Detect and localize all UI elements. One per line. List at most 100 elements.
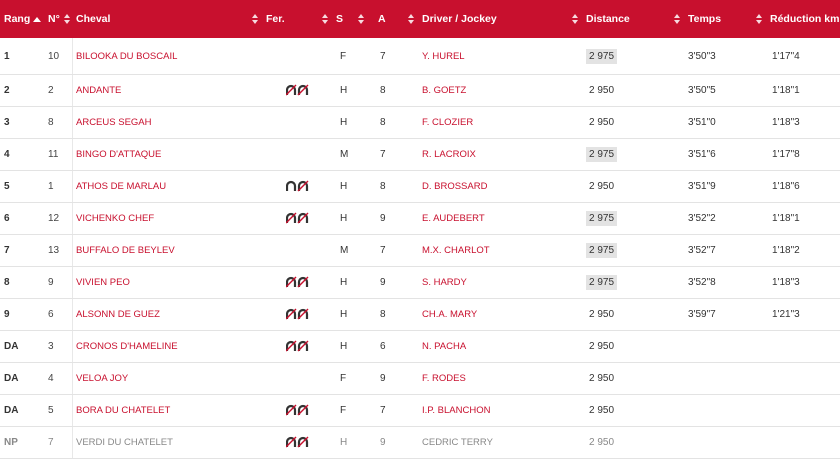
cell-distance: 2 975 (582, 235, 684, 266)
cell-num: 6 (48, 309, 54, 320)
column-header-reduction[interactable]: Réduction km (766, 0, 840, 38)
column-header-fer[interactable]: Fer. (262, 0, 332, 38)
driver-link[interactable]: F. CLOZIER (418, 107, 582, 138)
cell-age: 8 (380, 309, 386, 320)
cell-num: 7 (48, 437, 54, 448)
cell-sexe: H (340, 277, 348, 288)
cell-num: 13 (48, 245, 60, 256)
sort-icon (63, 14, 70, 24)
distance-value: 2 975 (586, 243, 618, 258)
cell-reduction: 1'18"1 (772, 85, 800, 96)
cell-reduction: 1'17"8 (772, 149, 800, 160)
shoeing-icon (262, 171, 332, 202)
driver-link[interactable]: CH.A. MARY (418, 299, 582, 330)
column-label: Fer. (266, 13, 285, 25)
cell-temps: 3'51"0 (688, 117, 716, 128)
driver-link[interactable]: CEDRIC TERRY (418, 427, 582, 458)
cell-reduction: 1'18"3 (772, 117, 800, 128)
sort-icon (408, 14, 414, 24)
cell-reduction: 1'18"1 (772, 213, 800, 224)
column-header-sexe[interactable]: S (332, 0, 368, 38)
cell-age: 9 (380, 373, 386, 384)
driver-link[interactable]: F. RODES (418, 363, 582, 394)
driver-link[interactable]: E. AUDEBERT (418, 203, 582, 234)
column-header-driver[interactable]: Driver / Jockey (418, 0, 582, 38)
cell-sexe: M (340, 149, 349, 160)
column-header-cheval[interactable]: Cheval (72, 0, 262, 38)
driver-link[interactable]: N. PACHA (418, 331, 582, 362)
cell-distance: 2 950 (582, 107, 684, 138)
horse-link[interactable]: VELOA JOY (72, 363, 262, 394)
horse-link[interactable]: ANDANTE (72, 75, 262, 106)
column-label: S (336, 13, 344, 25)
horse-link[interactable]: VICHENKO CHEF (72, 203, 262, 234)
cell-rang: 7 (4, 245, 10, 256)
column-divider (72, 38, 73, 74)
driver-link[interactable]: D. BROSSARD (418, 171, 582, 202)
column-header-age[interactable]: A (368, 0, 418, 38)
horse-link[interactable]: BUFFALO DE BEYLEV (72, 235, 262, 266)
column-divider (72, 203, 73, 234)
column-divider (72, 363, 73, 394)
cell-age: 7 (380, 50, 386, 62)
cell-temps (684, 427, 766, 458)
table-row: DA 3 CRONOS D'HAMELINE H 6 N. PACHA 2 950 (0, 331, 840, 363)
shoeing-icon (262, 38, 332, 74)
cell-distance: 2 975 (582, 139, 684, 170)
sort-icon (674, 14, 680, 24)
sort-icon (756, 14, 762, 24)
cell-reduction (766, 427, 840, 458)
cell-num: 10 (48, 50, 60, 62)
table-row: 3 8 ARCEUS SEGAH H 8 F. CLOZIER 2 950 3'51"0 1'1… (0, 107, 840, 139)
driver-link[interactable]: Y. HUREL (418, 38, 582, 74)
horse-link[interactable]: ALSONN DE GUEZ (72, 299, 262, 330)
column-header-rang[interactable]: Rang (0, 0, 44, 38)
column-label: Distance (586, 13, 630, 25)
column-label: Temps (688, 13, 722, 25)
horse-link[interactable]: VERDI DU CHATELET (72, 427, 262, 458)
horse-link[interactable]: BINGO D'ATTAQUE (72, 139, 262, 170)
column-header-num[interactable]: N° (44, 0, 72, 38)
table-row: DA 5 BORA DU CHATELET F 7 I.P. BLANCHON 2 950 (0, 395, 840, 427)
shoeing-icon (262, 235, 332, 266)
driver-link[interactable]: S. HARDY (418, 267, 582, 298)
horse-link[interactable]: BILOOKA DU BOSCAIL (72, 38, 262, 74)
cell-sexe: H (340, 85, 348, 96)
cell-num: 2 (48, 85, 54, 96)
cell-reduction (766, 395, 840, 426)
column-header-distance[interactable]: Distance (582, 0, 684, 38)
cell-rang: 1 (4, 50, 10, 62)
driver-link[interactable]: R. LACROIX (418, 139, 582, 170)
horse-link[interactable]: ATHOS DE MARLAU (72, 171, 262, 202)
cell-sexe: F (340, 50, 347, 62)
table-row: DA 4 VELOA JOY F 9 F. RODES 2 950 (0, 363, 840, 395)
cell-reduction (766, 331, 840, 362)
cell-reduction: 1'18"3 (772, 277, 800, 288)
distance-value: 2 950 (589, 341, 615, 352)
distance-value: 2 950 (589, 373, 615, 384)
column-header-temps[interactable]: Temps (684, 0, 766, 38)
driver-link[interactable]: M.X. CHARLOT (418, 235, 582, 266)
driver-link[interactable]: B. GOETZ (418, 75, 582, 106)
column-divider (72, 427, 73, 458)
horse-link[interactable]: BORA DU CHATELET (72, 395, 262, 426)
column-label: Driver / Jockey (422, 13, 497, 25)
driver-link[interactable]: I.P. BLANCHON (418, 395, 582, 426)
horse-link[interactable]: CRONOS D'HAMELINE (72, 331, 262, 362)
cell-sexe: H (340, 117, 348, 128)
cell-distance: 2 950 (582, 75, 684, 106)
table-row: 5 1 ATHOS DE MARLAU H 8 D. BROSSARD 2 950 3'51"… (0, 171, 840, 203)
horse-link[interactable]: ARCEUS SEGAH (72, 107, 262, 138)
cell-distance: 2 950 (582, 395, 684, 426)
column-label: Rang (4, 13, 31, 25)
cell-age: 7 (380, 245, 386, 256)
cell-distance: 2 975 (582, 267, 684, 298)
column-divider (72, 331, 73, 362)
cell-rang: 8 (4, 277, 10, 288)
horse-link[interactable]: VIVIEN PEO (72, 267, 262, 298)
cell-temps: 3'51"6 (688, 149, 716, 160)
distance-value: 2 950 (589, 117, 615, 128)
cell-distance: 2 975 (582, 203, 684, 234)
table-row: 7 13 BUFFALO DE BEYLEV M 7 M.X. CHARLOT 2 975 3… (0, 235, 840, 267)
distance-value: 2 975 (586, 147, 618, 162)
